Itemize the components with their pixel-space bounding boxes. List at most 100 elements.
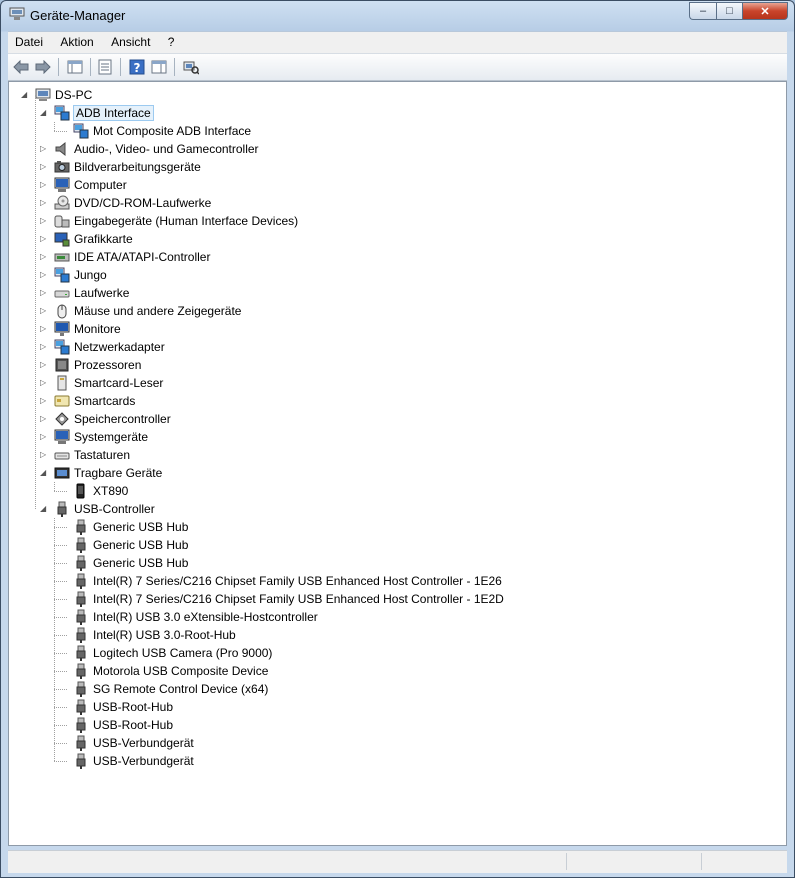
- display-adapter-icon: [54, 231, 70, 247]
- tree-category-tragbare-ger-te[interactable]: Tragbare Geräte: [54, 464, 162, 482]
- tree-category-bildverarbeitungsger-te[interactable]: Bildverarbeitungsgeräte: [54, 158, 201, 176]
- tree-item-label: Systemgeräte: [74, 430, 149, 444]
- tree-category-ide-ata-atapi-controller[interactable]: IDE ATA/ATAPI-Controller: [54, 248, 210, 266]
- usb-icon: [54, 501, 70, 517]
- tree-item-label: USB-Root-Hub: [93, 718, 174, 732]
- tree-item-label: Audio-, Video- und Gamecontroller: [74, 142, 259, 156]
- tree-category-audio-video-und-gamecontroller[interactable]: Audio-, Video- und Gamecontroller: [54, 140, 259, 158]
- tree-category-smartcard-leser[interactable]: Smartcard-Leser: [54, 374, 163, 392]
- usb-icon: [73, 537, 89, 553]
- tree-category-adb-interface[interactable]: ADB Interface: [54, 104, 154, 122]
- tree-category-usb-controller[interactable]: USB-Controller: [54, 500, 155, 518]
- console-tree-icon[interactable]: [66, 58, 84, 76]
- tree-item-label: Generic USB Hub: [93, 556, 189, 570]
- expand-arrow-icon[interactable]: ▷: [40, 235, 48, 243]
- tree-device-item[interactable]: USB-Verbundgerät: [73, 752, 194, 770]
- expand-arrow-icon[interactable]: ▷: [40, 415, 48, 423]
- usb-icon: [73, 735, 89, 751]
- phone-icon: [73, 483, 89, 499]
- title-bar[interactable]: Geräte-Manager – □ ✕: [1, 1, 794, 31]
- tree-device-item[interactable]: SG Remote Control Device (x64): [73, 680, 268, 698]
- tree-device-item[interactable]: XT890: [73, 482, 128, 500]
- expand-arrow-icon[interactable]: ▷: [40, 397, 48, 405]
- menu-ansicht[interactable]: Ansicht: [104, 32, 157, 53]
- tree-device-item[interactable]: Logitech USB Camera (Pro 9000): [73, 644, 272, 662]
- tree-device-item[interactable]: Motorola USB Composite Device: [73, 662, 268, 680]
- expand-arrow-icon[interactable]: ▷: [40, 325, 48, 333]
- menu-aktion[interactable]: Aktion: [53, 32, 100, 53]
- tree-category-eingabeger-te-human-interface-devices[interactable]: Eingabegeräte (Human Interface Devices): [54, 212, 298, 230]
- device-tree[interactable]: ◢ DS-PC ◢ ADB Interface Mot Composite ADB In…: [8, 81, 787, 846]
- usb-icon: [73, 753, 89, 769]
- collapse-arrow-icon[interactable]: ◢: [40, 469, 48, 477]
- tree-item-label: Monitore: [74, 322, 121, 336]
- collapse-arrow-icon[interactable]: ◢: [40, 505, 48, 513]
- expand-arrow-icon[interactable]: ▷: [40, 361, 48, 369]
- usb-icon: [73, 609, 89, 625]
- adb-icon: [54, 105, 70, 121]
- tree-device-item[interactable]: Generic USB Hub: [73, 536, 188, 554]
- tree-item-label: IDE ATA/ATAPI-Controller: [74, 250, 211, 264]
- tree-category-netzwerkadapter[interactable]: Netzwerkadapter: [54, 338, 165, 356]
- usb-icon: [73, 645, 89, 661]
- maximize-button[interactable]: □: [716, 2, 743, 20]
- expand-arrow-icon[interactable]: ▷: [40, 163, 48, 171]
- portable-device-icon: [54, 465, 70, 481]
- forward-icon[interactable]: [34, 58, 52, 76]
- tree-category-prozessoren[interactable]: Prozessoren: [54, 356, 141, 374]
- expand-arrow-icon[interactable]: ▷: [40, 433, 48, 441]
- expand-arrow-icon[interactable]: ▷: [40, 253, 48, 261]
- tree-device-item[interactable]: USB-Verbundgerät: [73, 734, 194, 752]
- tree-device-item[interactable]: Mot Composite ADB Interface: [73, 122, 251, 140]
- view-icon[interactable]: [150, 58, 168, 76]
- tree-category-m-use-und-andere-zeigeger-te[interactable]: Mäuse und andere Zeigegeräte: [54, 302, 241, 320]
- tree-category-laufwerke[interactable]: Laufwerke: [54, 284, 129, 302]
- expand-arrow-icon[interactable]: ▷: [40, 343, 48, 351]
- tree-category-grafikkarte[interactable]: Grafikkarte: [54, 230, 133, 248]
- collapse-arrow-icon[interactable]: ◢: [40, 109, 48, 117]
- expand-arrow-icon[interactable]: ▷: [40, 379, 48, 387]
- collapse-arrow-icon[interactable]: ◢: [21, 91, 29, 99]
- tree-item-label: Motorola USB Composite Device: [93, 664, 269, 678]
- expand-arrow-icon[interactable]: ▷: [40, 307, 48, 315]
- smartcard-reader-icon: [54, 375, 70, 391]
- tree-device-item[interactable]: Generic USB Hub: [73, 518, 188, 536]
- tree-device-item[interactable]: USB-Root-Hub: [73, 698, 173, 716]
- expand-arrow-icon[interactable]: ▷: [40, 217, 48, 225]
- expand-arrow-icon[interactable]: ▷: [40, 145, 48, 153]
- expand-arrow-icon[interactable]: ▷: [40, 199, 48, 207]
- tree-device-item[interactable]: Intel(R) USB 3.0-Root-Hub: [73, 626, 236, 644]
- tree-category-systemger-te[interactable]: Systemgeräte: [54, 428, 148, 446]
- tree-device-item[interactable]: Generic USB Hub: [73, 554, 188, 572]
- tree-category-smartcards[interactable]: Smartcards: [54, 392, 135, 410]
- expand-arrow-icon[interactable]: ▷: [40, 271, 48, 279]
- monitor-icon: [54, 321, 70, 337]
- scan-hardware-icon[interactable]: [182, 58, 200, 76]
- close-button[interactable]: ✕: [743, 2, 788, 20]
- tree-device-item[interactable]: USB-Root-Hub: [73, 716, 173, 734]
- minimize-button[interactable]: –: [689, 2, 716, 20]
- tree-category-monitore[interactable]: Monitore: [54, 320, 121, 338]
- system-device-icon: [54, 429, 70, 445]
- device-manager-window: Geräte-Manager – □ ✕ Datei Aktion Ansich…: [0, 0, 795, 878]
- expand-arrow-icon[interactable]: ▷: [40, 451, 48, 459]
- back-icon[interactable]: [12, 58, 30, 76]
- tree-item-label: Computer: [74, 178, 127, 192]
- tree-device-item[interactable]: Intel(R) 7 Series/C216 Chipset Family US…: [73, 590, 504, 608]
- help-icon[interactable]: ?: [128, 58, 146, 76]
- menu-datei[interactable]: Datei: [8, 32, 50, 53]
- tree-root-ds-pc[interactable]: DS-PC: [35, 86, 92, 104]
- tree-category-dvd-cd-rom-laufwerke[interactable]: DVD/CD-ROM-Laufwerke: [54, 194, 211, 212]
- tree-category-computer[interactable]: Computer: [54, 176, 127, 194]
- tree-category-speichercontroller[interactable]: Speichercontroller: [54, 410, 171, 428]
- tree-device-item[interactable]: Intel(R) USB 3.0 eXtensible-Hostcontroll…: [73, 608, 318, 626]
- tree-device-item[interactable]: Intel(R) 7 Series/C216 Chipset Family US…: [73, 572, 502, 590]
- properties-icon[interactable]: [96, 58, 114, 76]
- menu-help[interactable]: ?: [161, 32, 182, 53]
- tree-category-tastaturen[interactable]: Tastaturen: [54, 446, 130, 464]
- tree-item-label: USB-Verbundgerät: [93, 754, 194, 768]
- expand-arrow-icon[interactable]: ▷: [40, 289, 48, 297]
- tree-category-jungo[interactable]: Jungo: [54, 266, 107, 284]
- expand-arrow-icon[interactable]: ▷: [40, 181, 48, 189]
- tree-item-label: Laufwerke: [74, 286, 130, 300]
